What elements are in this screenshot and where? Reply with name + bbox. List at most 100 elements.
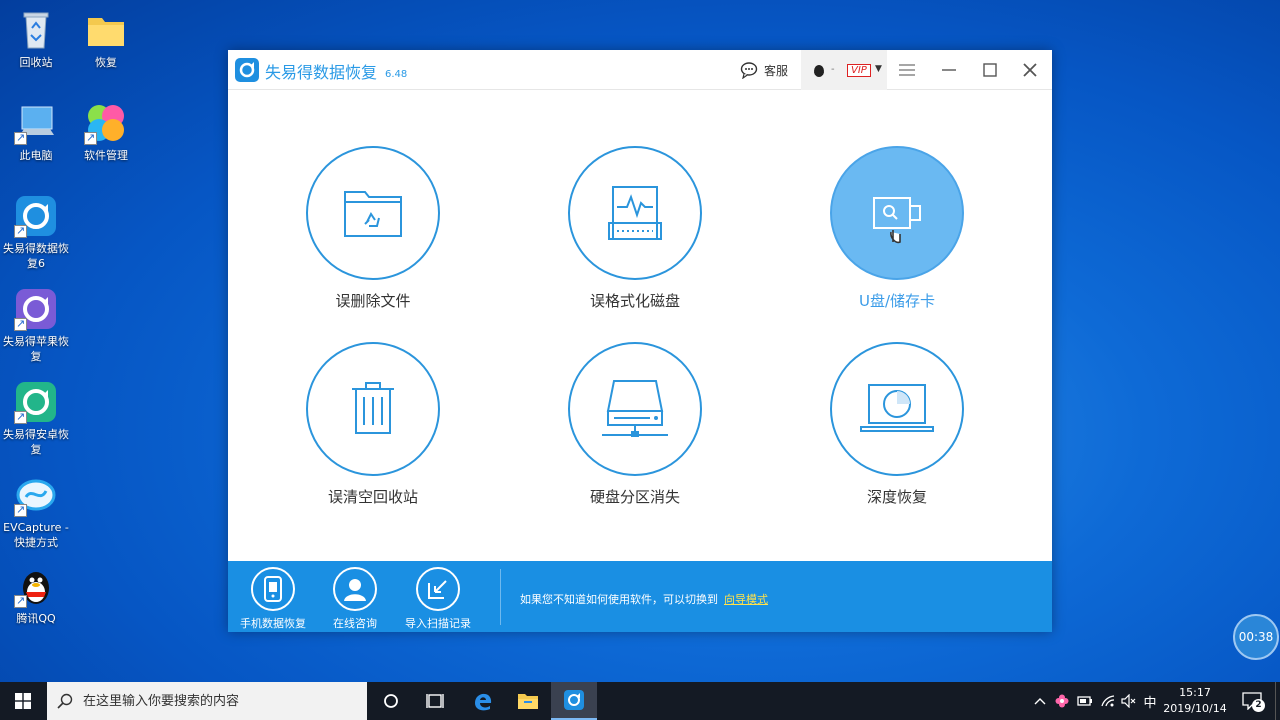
taskbar-clock[interactable]: 15:17 2019/10/14 bbox=[1160, 685, 1230, 717]
desktop-icon-data-recovery[interactable]: 失易得数据恢复6 bbox=[0, 194, 72, 271]
desktop-icon-android-recovery[interactable]: 失易得安卓恢复 bbox=[0, 380, 72, 457]
desktop-icon-label: 恢复 bbox=[95, 56, 117, 69]
desktop-icon-qq[interactable]: 腾讯QQ bbox=[0, 564, 72, 626]
recovery-app-window: 失易得数据恢复 6.48 客服 - VIP ▼ 误删除文件 误格式化磁盘 U盘/… bbox=[228, 50, 1052, 632]
close-icon bbox=[1023, 63, 1037, 77]
tile-circle bbox=[306, 146, 440, 280]
desktop-icon-label: 此电脑 bbox=[19, 149, 53, 162]
maximize-button[interactable] bbox=[980, 60, 1000, 80]
tile-lost-partition[interactable]: 硬盘分区消失 bbox=[535, 342, 735, 507]
desktop-icon-label: 失易得安卓恢复 bbox=[3, 428, 69, 456]
clock-time: 15:17 bbox=[1179, 686, 1211, 699]
taskbar-edge[interactable] bbox=[460, 682, 506, 720]
laptop-scan-icon bbox=[860, 384, 934, 432]
tile-usb-card[interactable]: U盘/储存卡 bbox=[797, 146, 997, 311]
tile-circle bbox=[830, 146, 964, 280]
show-desktop-button[interactable] bbox=[1275, 682, 1280, 720]
minimize-button[interactable] bbox=[939, 60, 959, 80]
flower-tray-icon bbox=[1055, 694, 1069, 708]
close-button[interactable] bbox=[1020, 60, 1040, 80]
tile-label: 误格式化磁盘 bbox=[589, 292, 680, 310]
customer-service-button[interactable]: 客服 bbox=[740, 60, 788, 80]
battery-icon bbox=[1077, 696, 1092, 706]
vip-badge: VIP bbox=[847, 64, 871, 77]
disk-pulse-icon bbox=[608, 186, 662, 240]
recording-timer[interactable]: 00:38 bbox=[1233, 614, 1279, 660]
footer-phone-recovery[interactable]: 手机数据恢复 bbox=[233, 567, 313, 631]
desktop-icon-restore-folder[interactable]: 恢复 bbox=[70, 8, 142, 70]
customer-service-label: 客服 bbox=[764, 63, 789, 78]
taskbar-file-explorer[interactable] bbox=[505, 682, 551, 720]
chat-bubble-icon bbox=[740, 62, 758, 79]
software-manager-icon bbox=[84, 101, 128, 145]
cortana-circle-icon bbox=[384, 694, 398, 708]
tile-label: U盘/储存卡 bbox=[858, 292, 936, 310]
import-icon bbox=[428, 580, 447, 599]
wifi-icon bbox=[1101, 695, 1115, 707]
menu-button[interactable] bbox=[897, 60, 917, 80]
dropdown-caret-icon: ▼ bbox=[875, 64, 882, 74]
tile-circle bbox=[568, 146, 702, 280]
evcapture-icon bbox=[14, 473, 58, 517]
timeline-button[interactable] bbox=[412, 682, 458, 720]
wizard-hint-text: 如果您不知道如何使用软件，可以切换到 bbox=[520, 593, 718, 606]
desktop-icon-this-pc[interactable]: 此电脑 bbox=[0, 101, 72, 163]
tile-label: 误删除文件 bbox=[335, 292, 411, 310]
network-drive-icon bbox=[602, 380, 668, 437]
app-logo-icon bbox=[235, 58, 259, 82]
desktop-icon-label: 回收站 bbox=[19, 56, 53, 69]
search-icon bbox=[57, 693, 73, 709]
footer-divider bbox=[500, 569, 501, 625]
wifi-button[interactable] bbox=[1098, 682, 1118, 720]
desktop-icon-label: 腾讯QQ bbox=[16, 612, 56, 625]
recycle-bin-icon bbox=[14, 8, 58, 52]
android-recovery-icon bbox=[14, 380, 58, 424]
tile-formatted-disk[interactable]: 误格式化磁盘 bbox=[535, 146, 735, 311]
desktop-icon-evcapture[interactable]: EVCapture - 快捷方式 bbox=[0, 473, 72, 550]
file-explorer-icon bbox=[518, 694, 538, 709]
desktop-icon-recycle-bin[interactable]: 回收站 bbox=[0, 8, 72, 70]
tray-app-button[interactable] bbox=[1052, 682, 1072, 720]
desktop-icon-label: 失易得数据恢复6 bbox=[3, 242, 69, 270]
tile-circle bbox=[306, 342, 440, 476]
desktop-icon-software-manager[interactable]: 软件管理 bbox=[70, 101, 142, 163]
user-account-menu[interactable]: - VIP ▼ bbox=[801, 50, 887, 90]
start-button[interactable] bbox=[0, 682, 46, 720]
volume-button[interactable] bbox=[1119, 682, 1139, 720]
tile-label: 误清空回收站 bbox=[327, 488, 418, 506]
tile-emptied-recycle-bin[interactable]: 误清空回收站 bbox=[273, 342, 473, 507]
volume-muted-icon bbox=[1121, 694, 1136, 708]
recovery-app-icon bbox=[564, 690, 584, 710]
footer-icon-circle bbox=[251, 567, 295, 611]
tray-overflow-button[interactable] bbox=[1030, 682, 1050, 720]
title-bar: 失易得数据恢复 6.48 客服 - VIP ▼ bbox=[228, 50, 1052, 90]
person-icon bbox=[344, 579, 366, 601]
trash-icon bbox=[352, 382, 394, 434]
desktop-icon-apple-recovery[interactable]: 失易得苹果恢复 bbox=[0, 287, 72, 364]
task-view-button[interactable] bbox=[368, 682, 414, 720]
taskbar-search-box[interactable] bbox=[47, 682, 367, 720]
tile-deleted-files[interactable]: 误删除文件 bbox=[273, 146, 473, 311]
desktop-icon-label: 软件管理 bbox=[84, 149, 128, 162]
phone-icon bbox=[264, 576, 282, 602]
hamburger-icon bbox=[899, 64, 915, 76]
folder-icon bbox=[84, 8, 128, 52]
qq-login-icon bbox=[814, 65, 824, 77]
tile-circle bbox=[830, 342, 964, 476]
footer-import-scan[interactable]: 导入扫描记录 bbox=[398, 567, 478, 631]
taskbar-recovery-app[interactable] bbox=[551, 682, 597, 720]
tile-deep-recovery[interactable]: 深度恢复 bbox=[797, 342, 997, 507]
action-center-button[interactable]: 2 bbox=[1232, 682, 1272, 720]
qq-penguin-icon bbox=[14, 564, 58, 608]
wizard-mode-link[interactable]: 向导模式 bbox=[724, 593, 768, 606]
ime-indicator[interactable]: 中 bbox=[1140, 682, 1160, 720]
windows-logo-icon bbox=[15, 693, 31, 709]
search-input[interactable] bbox=[83, 682, 363, 720]
minimize-icon bbox=[942, 69, 956, 71]
taskbar: 中 15:17 2019/10/14 2 bbox=[0, 682, 1280, 720]
battery-button[interactable] bbox=[1075, 682, 1095, 720]
clock-date: 2019/10/14 bbox=[1163, 702, 1227, 715]
footer-icon-circle bbox=[333, 567, 377, 611]
recovery-app-icon bbox=[14, 194, 58, 238]
footer-online-consult[interactable]: 在线咨询 bbox=[315, 567, 395, 631]
